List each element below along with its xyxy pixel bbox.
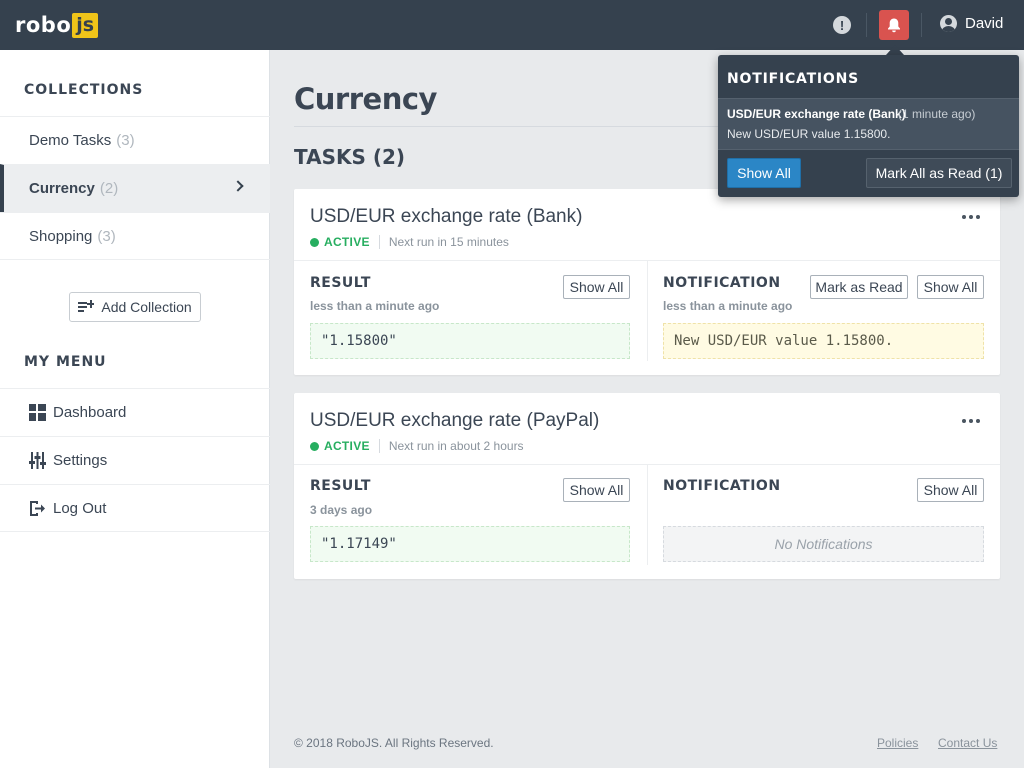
- sidebar-item-logout[interactable]: Log Out: [0, 484, 270, 532]
- mark-all-read-button[interactable]: Mark All as Read (1): [866, 158, 1012, 188]
- sidebar-item-demo-tasks[interactable]: Demo Tasks (3): [0, 116, 270, 164]
- next-run-text: Next run in about 2 hours: [388, 439, 524, 453]
- task-card: USD/EUR exchange rate (Bank) ACTIVE Next…: [294, 189, 1000, 375]
- add-collection-label: Add Collection: [101, 299, 192, 315]
- footer-copyright: © 2018 RoboJS. All Rights Reserved.: [294, 736, 494, 750]
- task-card: USD/EUR exchange rate (PayPal) ACTIVE Ne…: [294, 393, 1000, 579]
- exclamation-circle-icon[interactable]: !: [833, 16, 851, 34]
- logo-text: robo: [15, 13, 72, 37]
- result-show-all-button[interactable]: Show All: [563, 478, 630, 502]
- divider: [378, 439, 380, 453]
- grid-icon: [29, 404, 46, 421]
- notification-value: New USD/EUR value 1.15800.: [663, 323, 984, 359]
- logout-icon: [30, 501, 45, 516]
- notification-item-time: (1 minute ago): [898, 107, 976, 121]
- collection-count: (3): [116, 132, 135, 149]
- sidebar-item-currency[interactable]: Currency (2): [0, 164, 270, 212]
- notification-label: NOTIFICATION: [663, 478, 781, 494]
- navbar-divider: [921, 13, 922, 37]
- popover-arrow: [886, 45, 904, 55]
- footer-link-contact[interactable]: Contact Us: [938, 736, 997, 750]
- no-notifications-placeholder: No Notifications: [663, 526, 984, 562]
- mark-as-read-button[interactable]: Mark as Read: [810, 275, 908, 299]
- page-title: Currency: [294, 82, 437, 116]
- notification-item-title: USD/EUR exchange rate (Bank): [727, 107, 906, 121]
- collection-count: (2): [99, 180, 119, 197]
- notification-show-all-button[interactable]: Show All: [917, 478, 984, 502]
- app-logo[interactable]: robo js: [15, 12, 99, 38]
- notification-show-all-button[interactable]: Show All: [917, 275, 984, 299]
- footer-link-policies[interactable]: Policies: [877, 736, 918, 750]
- notification-item[interactable]: USD/EUR exchange rate (Bank) (1 minute a…: [718, 98, 1019, 150]
- sidebar-item-shopping[interactable]: Shopping (3): [0, 212, 270, 260]
- result-value: "1.17149": [310, 526, 630, 562]
- user-name: David: [965, 15, 1004, 32]
- notifications-button[interactable]: [879, 10, 909, 40]
- navbar-divider: [866, 13, 867, 37]
- top-navbar: robo js ! David: [0, 0, 1024, 50]
- user-menu[interactable]: David: [940, 15, 1003, 32]
- tasks-heading: TASKS (2): [294, 145, 406, 169]
- task-title[interactable]: USD/EUR exchange rate (Bank): [310, 206, 582, 228]
- result-label: RESULT: [310, 478, 371, 494]
- user-circle-icon: [940, 15, 957, 32]
- logo-badge: js: [72, 12, 99, 38]
- divider: [647, 465, 648, 565]
- status-badge: ACTIVE: [324, 235, 370, 249]
- next-run-text: Next run in 15 minutes: [388, 235, 509, 249]
- add-list-icon: [78, 300, 95, 312]
- task-title[interactable]: USD/EUR exchange rate (PayPal): [310, 410, 599, 432]
- status-dot-icon: [310, 237, 319, 247]
- collection-label: Currency: [29, 180, 95, 197]
- collection-label: Demo Tasks: [29, 132, 112, 149]
- more-options-icon[interactable]: [962, 215, 980, 219]
- divider: [378, 235, 380, 249]
- sliders-icon: [29, 452, 46, 469]
- menu-label: Dashboard: [53, 404, 127, 421]
- chevron-right-icon: [232, 180, 244, 192]
- sidebar: COLLECTIONS Demo Tasks (3) Currency (2) …: [0, 50, 270, 768]
- sidebar-item-dashboard[interactable]: Dashboard: [0, 388, 270, 436]
- collection-label: Shopping: [29, 227, 93, 245]
- popover-title: NOTIFICATIONS: [727, 71, 860, 87]
- collections-heading: COLLECTIONS: [24, 82, 144, 98]
- more-options-icon[interactable]: [962, 419, 980, 423]
- task-status-row: ACTIVE Next run in 15 minutes: [310, 235, 509, 249]
- task-status-row: ACTIVE Next run in about 2 hours: [310, 439, 524, 453]
- sidebar-item-settings[interactable]: Settings: [0, 436, 270, 484]
- my-menu-heading: MY MENU: [24, 354, 107, 370]
- bell-icon: [888, 18, 900, 32]
- notification-label: NOTIFICATION: [663, 275, 781, 291]
- result-time: less than a minute ago: [310, 299, 440, 313]
- result-time: 3 days ago: [310, 503, 373, 517]
- status-badge: ACTIVE: [324, 439, 370, 453]
- collection-count: (3): [97, 227, 116, 245]
- result-label: RESULT: [310, 275, 371, 291]
- status-dot-icon: [310, 441, 319, 451]
- notifications-popover: NOTIFICATIONS USD/EUR exchange rate (Ban…: [718, 55, 1019, 197]
- divider: [647, 261, 648, 361]
- menu-label: Settings: [53, 452, 108, 469]
- notification-time: less than a minute ago: [663, 299, 793, 313]
- menu-label: Log Out: [53, 499, 107, 517]
- result-show-all-button[interactable]: Show All: [563, 275, 630, 299]
- show-all-notifications-button[interactable]: Show All: [727, 158, 801, 188]
- add-collection-button[interactable]: Add Collection: [69, 292, 201, 322]
- notification-item-body: New USD/EUR value 1.15800.: [727, 127, 891, 141]
- result-value: "1.15800": [310, 323, 630, 359]
